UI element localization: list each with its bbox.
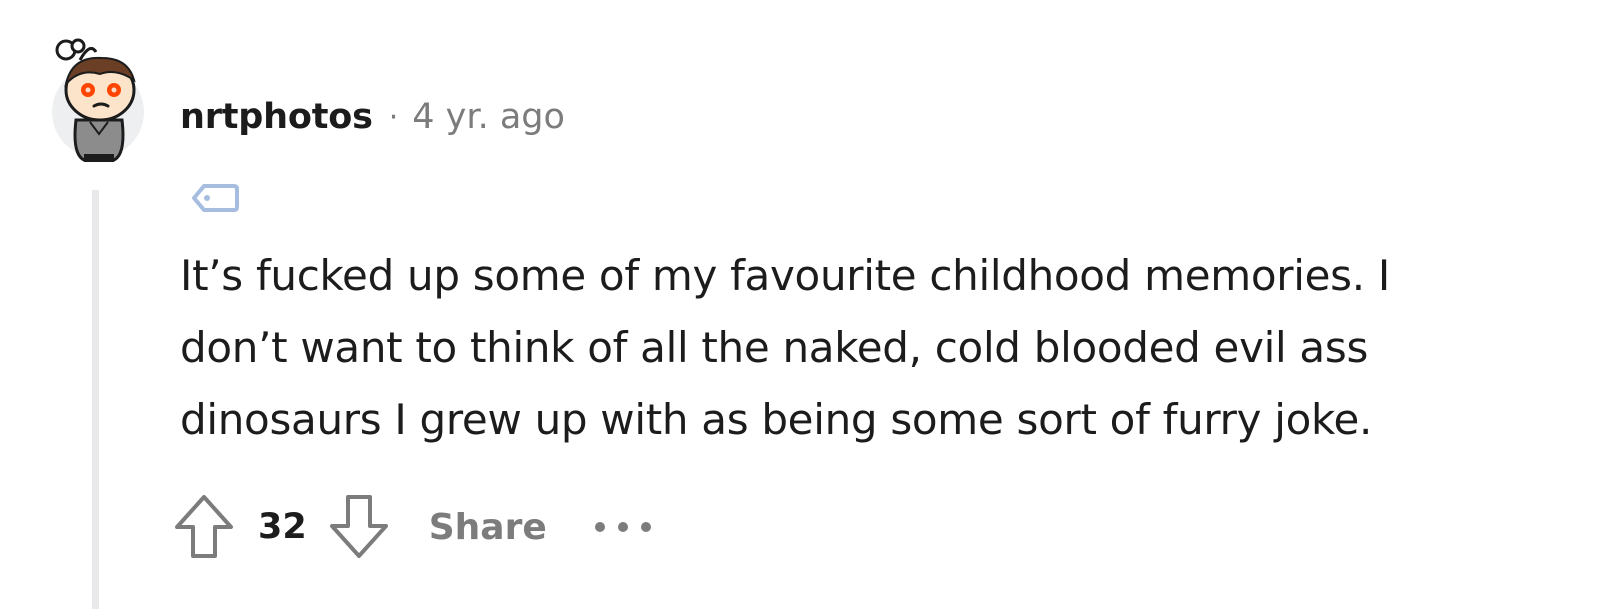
upvote-arrow-icon	[175, 495, 233, 558]
more-options-icon[interactable]	[594, 517, 651, 537]
comment-body: It’s fucked up some of my favourite chil…	[180, 240, 1560, 456]
comment-header: nrtphotos · 4 yr. ago	[180, 92, 565, 142]
more-dot	[594, 522, 605, 532]
comment-body-line: dinosaurs I grew up with as being some s…	[180, 395, 1373, 444]
share-button[interactable]: Share	[429, 507, 547, 548]
downvote-button[interactable]	[327, 492, 391, 562]
downvote-arrow-icon	[329, 495, 388, 558]
author-username[interactable]: nrtphotos	[180, 97, 373, 137]
tag-icon	[190, 181, 240, 215]
upvote-button[interactable]	[172, 492, 236, 562]
meta-separator: ·	[388, 99, 399, 135]
comment-body-line: don’t want to think of all the naked, co…	[180, 323, 1369, 372]
more-dot	[617, 522, 628, 532]
snoo-avatar-icon	[52, 38, 144, 162]
avatar[interactable]	[50, 38, 150, 164]
more-dot	[640, 522, 651, 532]
vote-score: 32	[258, 507, 307, 547]
thread-line[interactable]	[92, 190, 99, 609]
comment-body-line: It’s fucked up some of my favourite chil…	[180, 251, 1390, 300]
comment-timestamp[interactable]: 4 yr. ago	[412, 97, 565, 137]
comment-actions: 32 Share	[172, 492, 651, 562]
